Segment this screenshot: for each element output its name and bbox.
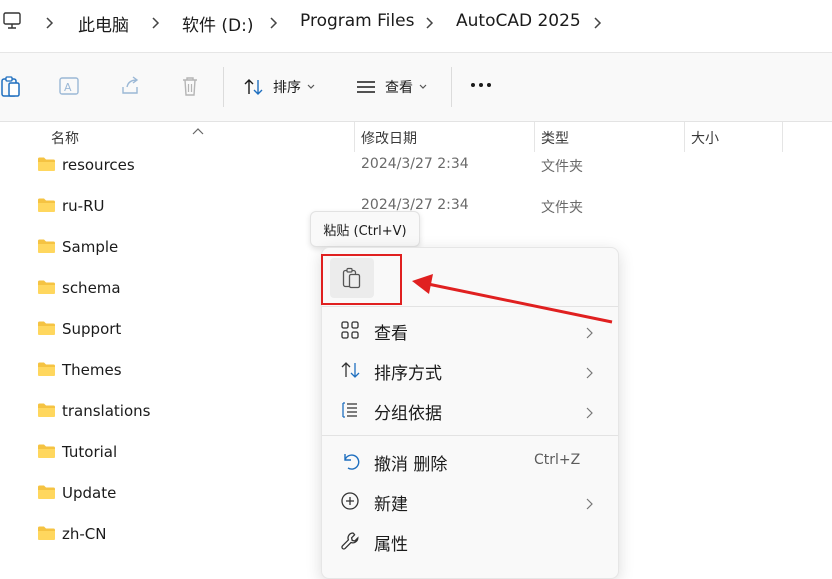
- annotation-arrow: [412, 274, 613, 324]
